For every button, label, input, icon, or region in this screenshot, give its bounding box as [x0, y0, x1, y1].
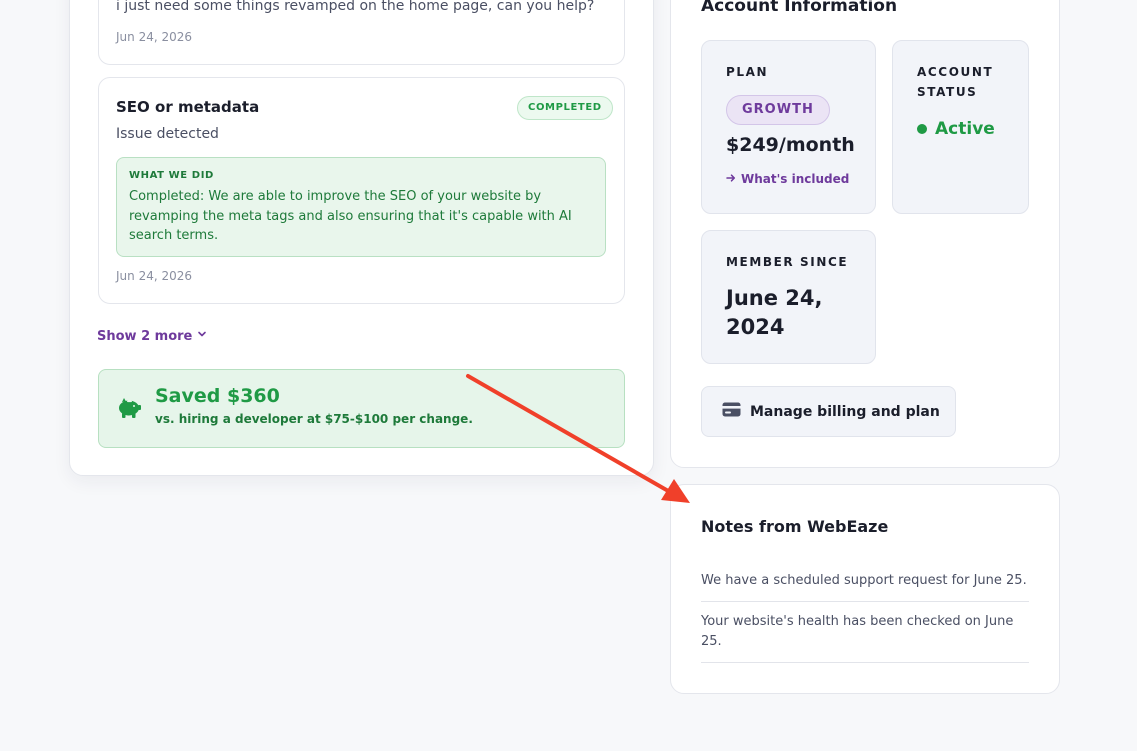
annotation-arrow-icon — [466, 374, 690, 503]
